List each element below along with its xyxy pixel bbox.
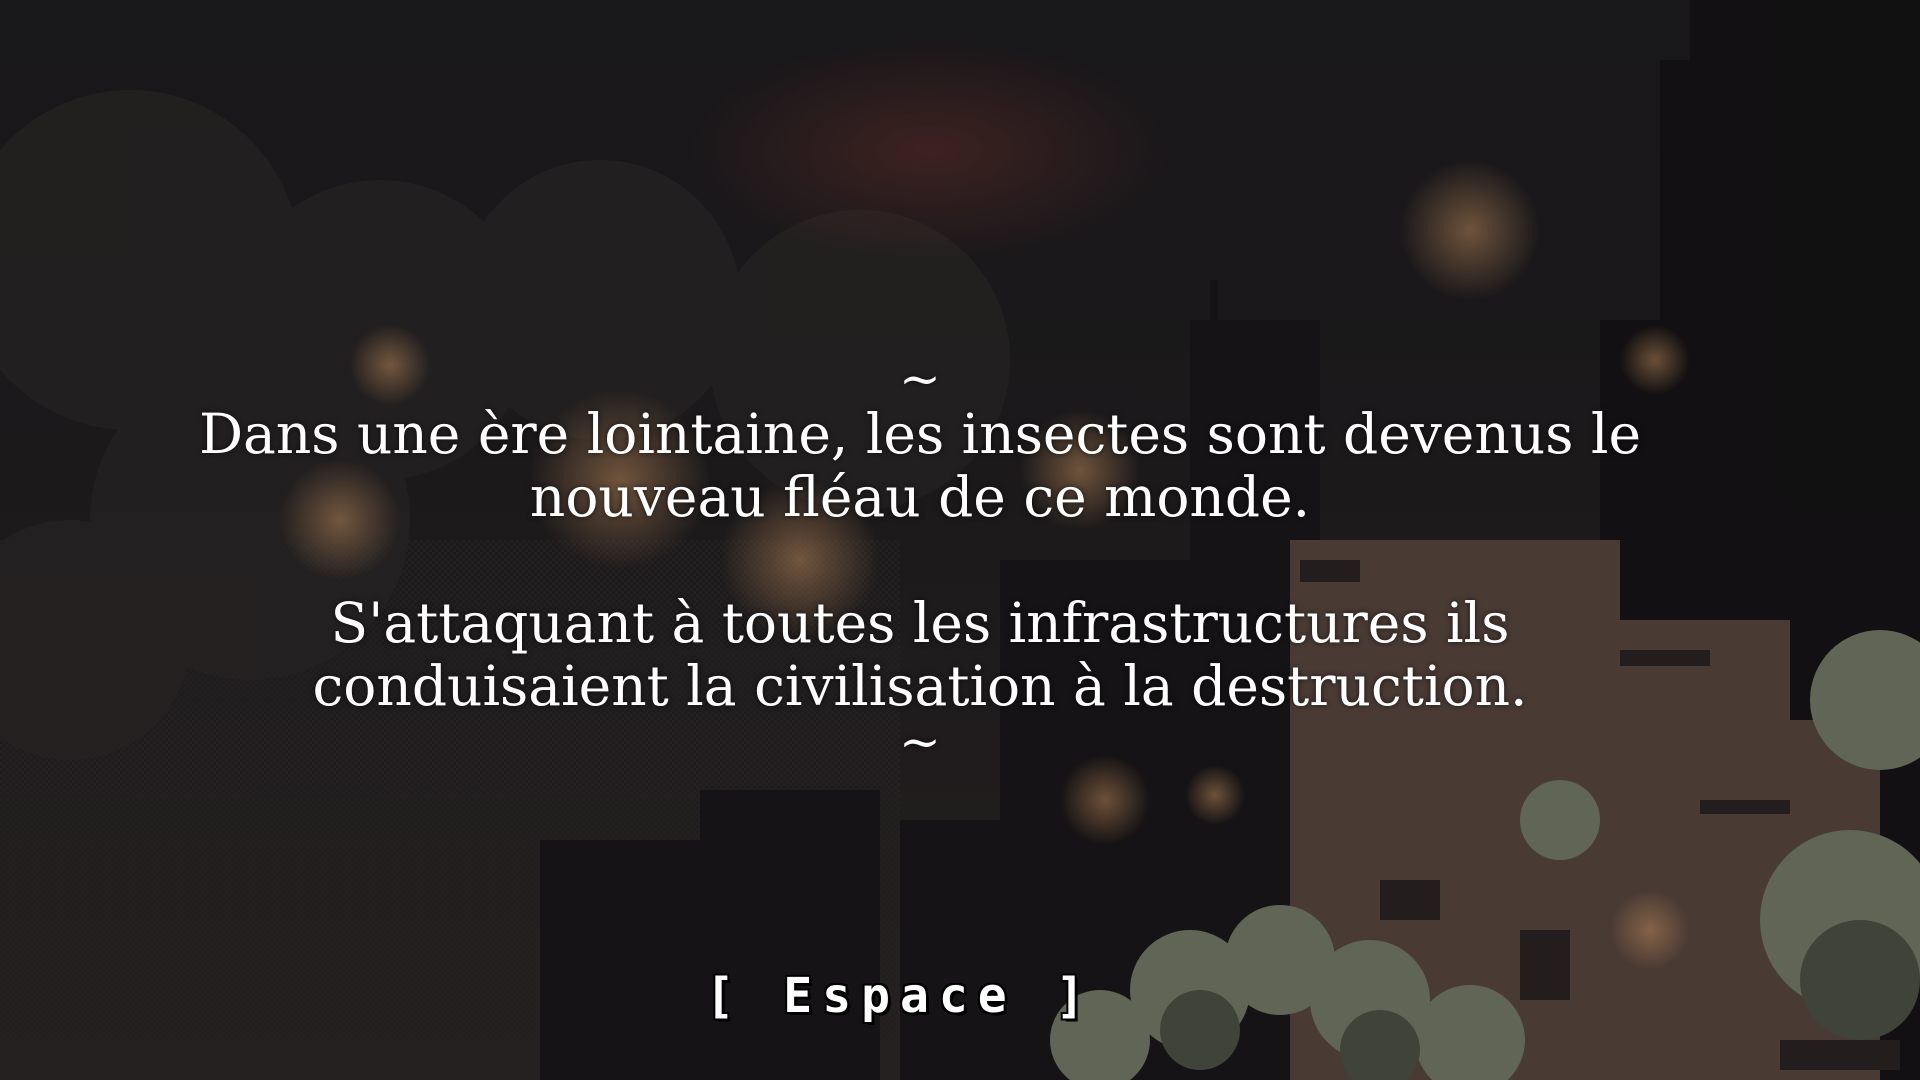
prompt-open-bracket: [ [705,968,745,1024]
story-paragraph-1-line-2: nouveau fléau de ce monde. [529,465,1311,529]
story-paragraph-2-line-2: conduisaient la civilisation à la destru… [312,654,1528,718]
story-tilde-bottom: ~ [899,713,941,771]
story-paragraph-2-line-1: S'attaquant à toutes les infrastructures… [330,591,1510,655]
press-space-prompt[interactable]: [ Espace ] [690,968,1110,1024]
prompt-close-bracket: ] [1055,968,1095,1024]
intro-story-text: ~ Dans une ère lointaine, les insectes s… [160,350,1680,771]
story-tilde-top: ~ [899,350,941,408]
game-scene: ~ Dans une ère lointaine, les insectes s… [0,0,1920,1080]
story-paragraph-1-line-1: Dans une ère lointaine, les insectes son… [198,402,1642,466]
prompt-label: Espace [783,968,1017,1024]
